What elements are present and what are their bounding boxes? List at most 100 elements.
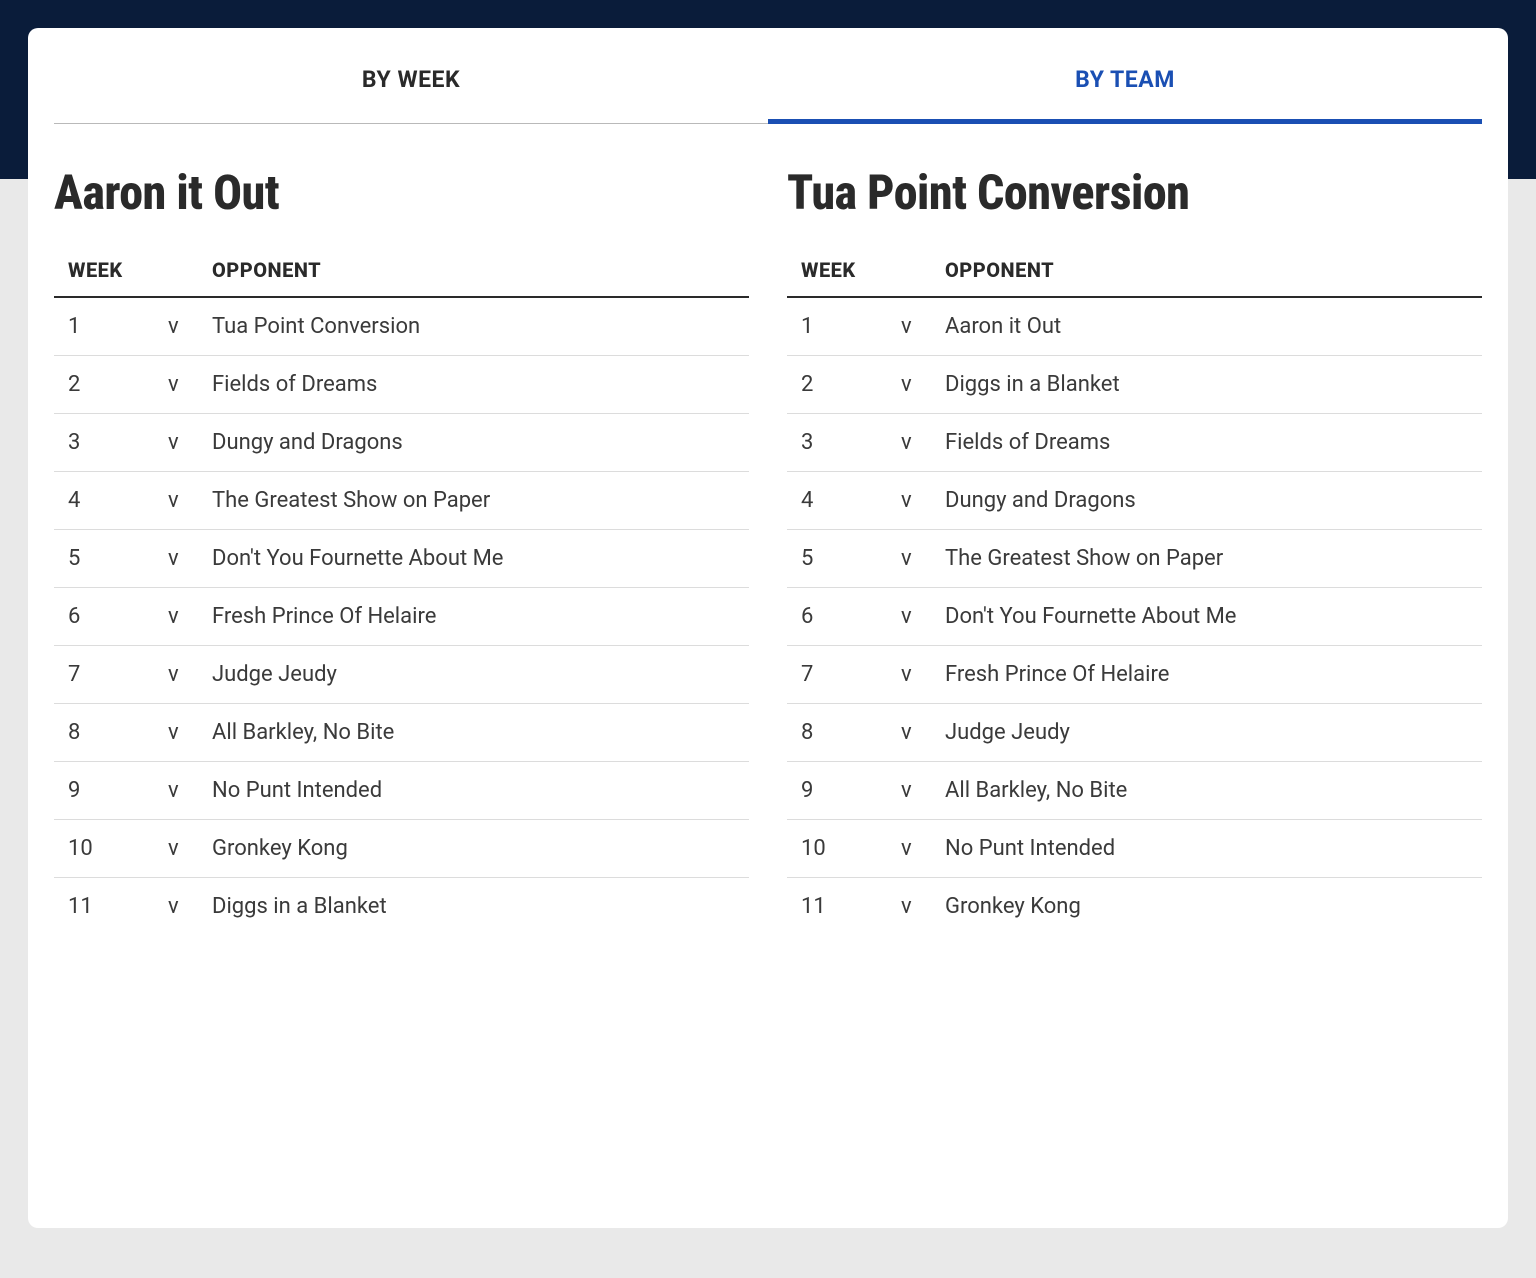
week-cell: 3 <box>787 414 887 472</box>
col-header-opponent: OPPONENT <box>931 248 1482 297</box>
table-row: 7vJudge Jeudy <box>54 646 749 704</box>
opponent-cell: Diggs in a Blanket <box>931 356 1482 414</box>
table-row: 8vAll Barkley, No Bite <box>54 704 749 762</box>
table-row: 3vDungy and Dragons <box>54 414 749 472</box>
opponent-cell: No Punt Intended <box>931 820 1482 878</box>
opponent-cell: Diggs in a Blanket <box>198 878 749 936</box>
tab-by-team[interactable]: BY TEAM <box>768 28 1482 124</box>
opponent-cell: Dungy and Dragons <box>198 414 749 472</box>
versus-cell: v <box>154 704 198 762</box>
week-cell: 11 <box>787 878 887 936</box>
table-row: 3vFields of Dreams <box>787 414 1482 472</box>
week-cell: 7 <box>787 646 887 704</box>
versus-cell: v <box>887 878 931 936</box>
versus-cell: v <box>154 588 198 646</box>
versus-cell: v <box>154 530 198 588</box>
table-row: 4vThe Greatest Show on Paper <box>54 472 749 530</box>
col-header-opponent: OPPONENT <box>198 248 749 297</box>
week-cell: 2 <box>54 356 154 414</box>
opponent-cell: Judge Jeudy <box>931 704 1482 762</box>
col-header-week: WEEK <box>787 248 887 297</box>
col-header-vs <box>887 248 931 297</box>
week-cell: 6 <box>54 588 154 646</box>
table-row: 4vDungy and Dragons <box>787 472 1482 530</box>
versus-cell: v <box>887 762 931 820</box>
week-cell: 1 <box>54 297 154 356</box>
versus-cell: v <box>887 820 931 878</box>
table-row: 5vDon't You Fournette About Me <box>54 530 749 588</box>
opponent-cell: Fresh Prince Of Helaire <box>931 646 1482 704</box>
table-row: 11vDiggs in a Blanket <box>54 878 749 936</box>
opponent-cell: The Greatest Show on Paper <box>931 530 1482 588</box>
team-title: Tua Point Conversion <box>787 168 1482 218</box>
view-tabs: BY WEEK BY TEAM <box>28 28 1508 124</box>
versus-cell: v <box>154 820 198 878</box>
opponent-cell: Fields of Dreams <box>931 414 1482 472</box>
opponent-cell: Gronkey Kong <box>198 820 749 878</box>
versus-cell: v <box>154 356 198 414</box>
week-cell: 8 <box>787 704 887 762</box>
opponent-cell: No Punt Intended <box>198 762 749 820</box>
opponent-cell: All Barkley, No Bite <box>198 704 749 762</box>
week-cell: 4 <box>54 472 154 530</box>
table-row: 10vGronkey Kong <box>54 820 749 878</box>
opponent-cell: The Greatest Show on Paper <box>198 472 749 530</box>
col-header-vs <box>154 248 198 297</box>
week-cell: 10 <box>787 820 887 878</box>
versus-cell: v <box>887 704 931 762</box>
opponent-cell: Gronkey Kong <box>931 878 1482 936</box>
versus-cell: v <box>154 646 198 704</box>
tab-by-week[interactable]: BY WEEK <box>54 28 768 124</box>
week-cell: 3 <box>54 414 154 472</box>
opponent-cell: Judge Jeudy <box>198 646 749 704</box>
schedule-body-0: 1vTua Point Conversion2vFields of Dreams… <box>54 297 749 935</box>
schedule-body-1: 1vAaron it Out2vDiggs in a Blanket3vFiel… <box>787 297 1482 935</box>
schedule-card: BY WEEK BY TEAM Aaron it Out WEEK OPPONE… <box>28 28 1508 1228</box>
versus-cell: v <box>887 297 931 356</box>
table-row: 1vTua Point Conversion <box>54 297 749 356</box>
team-column-0: Aaron it Out WEEK OPPONENT 1vTua Point C… <box>54 168 749 935</box>
table-row: 2vFields of Dreams <box>54 356 749 414</box>
opponent-cell: All Barkley, No Bite <box>931 762 1482 820</box>
week-cell: 4 <box>787 472 887 530</box>
team-column-1: Tua Point Conversion WEEK OPPONENT 1vAar… <box>787 168 1482 935</box>
table-row: 7vFresh Prince Of Helaire <box>787 646 1482 704</box>
versus-cell: v <box>154 297 198 356</box>
versus-cell: v <box>154 414 198 472</box>
versus-cell: v <box>887 588 931 646</box>
versus-cell: v <box>154 878 198 936</box>
week-cell: 9 <box>54 762 154 820</box>
table-row: 1vAaron it Out <box>787 297 1482 356</box>
versus-cell: v <box>887 356 931 414</box>
table-row: 8vJudge Jeudy <box>787 704 1482 762</box>
opponent-cell: Don't You Fournette About Me <box>198 530 749 588</box>
week-cell: 10 <box>54 820 154 878</box>
versus-cell: v <box>887 646 931 704</box>
table-row: 6vFresh Prince Of Helaire <box>54 588 749 646</box>
table-row: 10vNo Punt Intended <box>787 820 1482 878</box>
versus-cell: v <box>154 472 198 530</box>
week-cell: 11 <box>54 878 154 936</box>
team-title: Aaron it Out <box>54 168 749 218</box>
table-row: 5vThe Greatest Show on Paper <box>787 530 1482 588</box>
week-cell: 7 <box>54 646 154 704</box>
week-cell: 8 <box>54 704 154 762</box>
opponent-cell: Fresh Prince Of Helaire <box>198 588 749 646</box>
week-cell: 6 <box>787 588 887 646</box>
week-cell: 5 <box>787 530 887 588</box>
versus-cell: v <box>154 762 198 820</box>
opponent-cell: Tua Point Conversion <box>198 297 749 356</box>
table-row: 9vNo Punt Intended <box>54 762 749 820</box>
opponent-cell: Dungy and Dragons <box>931 472 1482 530</box>
week-cell: 2 <box>787 356 887 414</box>
week-cell: 1 <box>787 297 887 356</box>
schedule-table: WEEK OPPONENT 1vTua Point Conversion2vFi… <box>54 248 749 935</box>
col-header-week: WEEK <box>54 248 154 297</box>
versus-cell: v <box>887 414 931 472</box>
week-cell: 5 <box>54 530 154 588</box>
table-row: 6vDon't You Fournette About Me <box>787 588 1482 646</box>
opponent-cell: Aaron it Out <box>931 297 1482 356</box>
schedule-table: WEEK OPPONENT 1vAaron it Out2vDiggs in a… <box>787 248 1482 935</box>
versus-cell: v <box>887 530 931 588</box>
table-row: 2vDiggs in a Blanket <box>787 356 1482 414</box>
